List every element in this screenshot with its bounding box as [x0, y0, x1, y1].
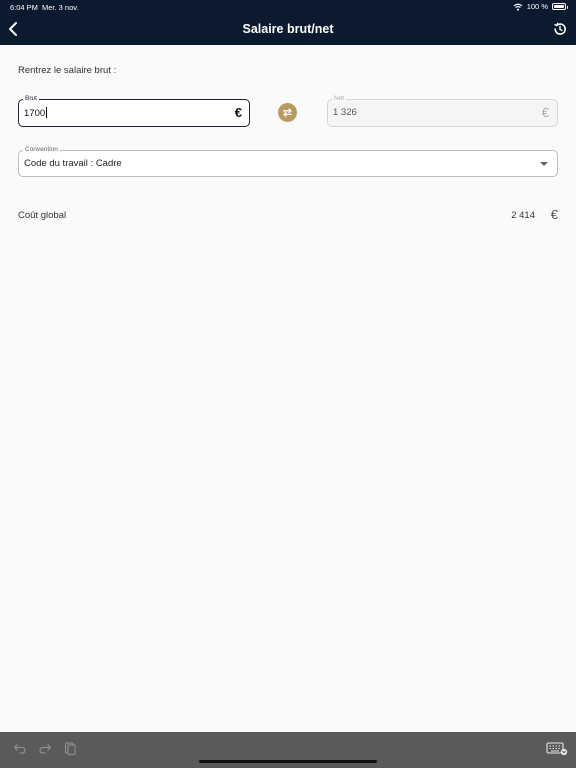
cost-label: Coût global — [18, 210, 67, 221]
brut-value[interactable]: 1700 — [24, 108, 45, 119]
redo-icon[interactable] — [37, 740, 53, 756]
convention-select[interactable]: Convention Code du travail : Cadre — [18, 146, 558, 177]
battery-percent: 100 % — [526, 2, 548, 11]
status-bar: 6:04 PM Mer. 3 nov. 100 % — [0, 0, 576, 14]
swap-arrows-icon — [282, 108, 293, 117]
euro-icon: € — [541, 105, 549, 120]
page-title: Salaire brut/net — [242, 22, 334, 36]
euro-icon: € — [550, 207, 558, 222]
cost-value: 2 414 — [511, 210, 535, 221]
net-value[interactable]: 1 326 — [333, 107, 357, 118]
status-right: 100 % — [513, 2, 568, 11]
brut-prompt: Rentrez le salaire brut : — [18, 65, 117, 76]
brut-label: Brut — [23, 95, 39, 102]
net-label: Net — [332, 95, 347, 102]
brut-value-wrap[interactable]: 1700 — [24, 107, 48, 119]
navigation-bar: 6:04 PM Mer. 3 nov. 100 % Salaire brut/n… — [0, 0, 576, 45]
convention-label: Convention — [23, 146, 60, 153]
paste-icon[interactable] — [62, 740, 78, 756]
home-indicator[interactable] — [199, 760, 377, 763]
history-icon[interactable] — [552, 21, 568, 37]
text-caret — [46, 107, 48, 118]
status-date: Mer. 3 nov. — [42, 3, 79, 12]
keyboard-dismiss-icon[interactable] — [546, 740, 568, 756]
undo-icon[interactable] — [12, 740, 28, 756]
brut-input[interactable]: Brut 1700 € — [18, 95, 250, 127]
dropdown-arrow-icon — [540, 162, 548, 166]
net-input[interactable]: Net 1 326 € — [327, 95, 558, 127]
battery-icon — [552, 3, 568, 10]
euro-icon: € — [234, 105, 242, 120]
swap-button[interactable] — [278, 103, 297, 122]
wifi-icon — [513, 3, 523, 11]
convention-value[interactable]: Code du travail : Cadre — [24, 158, 122, 169]
status-time: 6:04 PM — [10, 3, 38, 12]
